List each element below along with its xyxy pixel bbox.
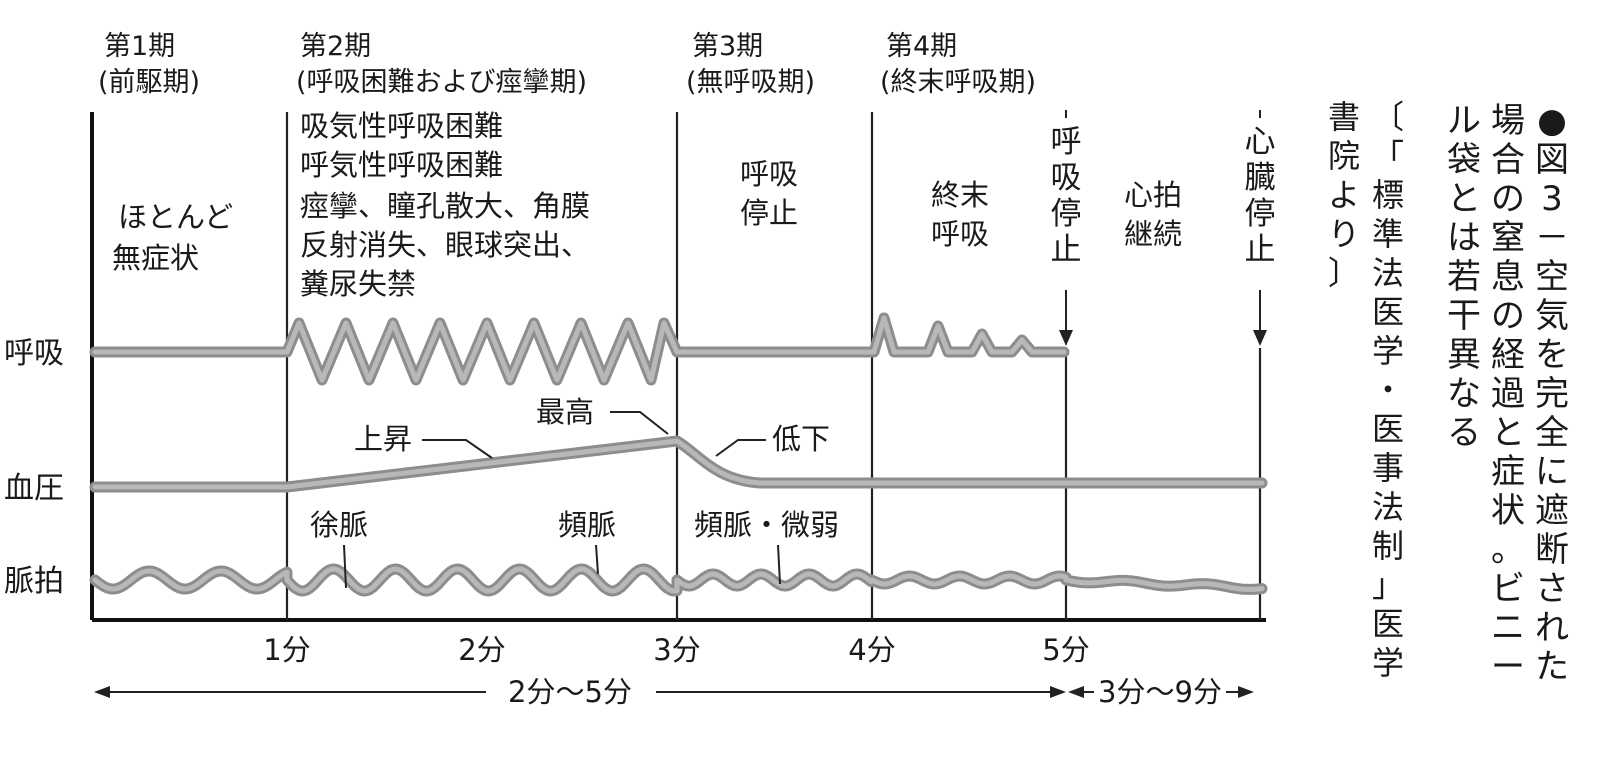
- respiratory-stop-label: 呼吸停止: [1051, 124, 1082, 268]
- phase2-desc-line5: 糞尿失禁: [300, 267, 416, 301]
- phase1-title: 第1期: [104, 31, 175, 62]
- bp-rise-leader: [422, 439, 493, 459]
- phase3-desc-line2: 停止: [740, 196, 798, 230]
- phase4-subtitle: (終末呼吸期): [880, 67, 1036, 98]
- phase5-desc-line1: 心拍: [1124, 178, 1182, 212]
- tick-2min: 2分: [458, 633, 505, 667]
- phase2-desc-line2: 呼気性呼吸困難: [300, 148, 503, 182]
- asphyxia-diagram: 第1期 (前駆期) 第2期 (呼吸困難および痙攣期) 第3期 (無呼吸期) 第4…: [0, 0, 1624, 752]
- phase1-desc-line1: ほとんど: [118, 200, 233, 234]
- source-column-1: 〔「標準法医学・医事法制」医学: [1372, 98, 1404, 682]
- pulse-bradycardia-label: 徐脈: [310, 508, 368, 542]
- phase2-desc-line3: 痙攣、瞳孔散大、角膜: [300, 189, 590, 223]
- cardiac-stop-arrowhead: [1253, 330, 1267, 346]
- source-column-2: 書院より〕: [1328, 98, 1360, 292]
- bp-fall-label: 低下: [772, 422, 830, 456]
- duration2-left-arrowhead: [1068, 686, 1084, 698]
- bp-fall-leader: [715, 439, 766, 457]
- bp-peak-label: 最高: [536, 395, 594, 429]
- cardiac-stop-label: 心臓停止: [1245, 124, 1276, 268]
- phase3-desc-line1: 呼吸: [740, 157, 798, 191]
- row-label-blood-pressure: 血圧: [4, 471, 64, 506]
- duration-second-label: 3分～9分: [1098, 675, 1222, 709]
- pulse-tachy-weak-label: 頻脈・微弱: [694, 508, 839, 542]
- figure-source: 〔「標準法医学・医事法制」医学書院より〕: [1328, 98, 1404, 682]
- phase4-desc-line1: 終末: [931, 178, 989, 212]
- duration1-right-arrowhead: [1050, 686, 1066, 698]
- phase2-subtitle: (呼吸困難および痙攣期): [296, 67, 587, 98]
- duration-first-label: 2分～5分: [508, 675, 632, 709]
- phase3-title: 第3期: [692, 31, 763, 62]
- bp-peak-leader: [610, 411, 669, 435]
- phase4-desc-line2: 呼吸: [931, 217, 989, 251]
- phase5-desc-line2: 継続: [1124, 217, 1182, 251]
- phase1-subtitle: (前駆期): [98, 67, 200, 98]
- blood-pressure-trace: [89, 435, 1268, 493]
- phase2-title: 第2期: [300, 31, 371, 62]
- tick-1min: 1分: [263, 633, 310, 667]
- phase4-title: 第4期: [886, 31, 957, 62]
- tick-3min: 3分: [653, 633, 700, 667]
- row-label-respiration: 呼吸: [4, 336, 64, 371]
- row-label-pulse: 脈拍: [4, 564, 64, 599]
- tick-5min: 5分: [1042, 633, 1089, 667]
- pulse-tachycardia-label: 頻脈: [558, 508, 616, 542]
- caption-column-1: ●図 3 －空気を完全に遮断された: [1535, 101, 1569, 687]
- duration1-left-arrowhead: [94, 686, 110, 698]
- tick-4min: 4分: [848, 633, 895, 667]
- phase2-desc-line4: 反射消失、眼球突出、: [300, 228, 590, 262]
- phase1-desc-line2: 無症状: [112, 241, 199, 275]
- tachycardia-leader: [595, 544, 599, 575]
- diagram-canvas: 第1期 (前駆期) 第2期 (呼吸困難および痙攣期) 第3期 (無呼吸期) 第4…: [4, 31, 1569, 709]
- phase2-desc-line1: 吸気性呼吸困難: [300, 109, 503, 143]
- bp-rise-label: 上昇: [354, 422, 412, 456]
- respiratory-stop-arrowhead: [1059, 330, 1073, 346]
- duration2-right-arrowhead: [1238, 686, 1254, 698]
- phase3-subtitle: (無呼吸期): [686, 67, 815, 98]
- figure-caption: ●図 3 －空気を完全に遮断された場合の窒息の経過と症状。ビニール袋とは若干異なる: [1447, 101, 1569, 687]
- caption-column-2: 場合の窒息の経過と症状。ビニー: [1491, 101, 1525, 687]
- caption-column-3: ル袋とは若干異なる: [1447, 101, 1481, 453]
